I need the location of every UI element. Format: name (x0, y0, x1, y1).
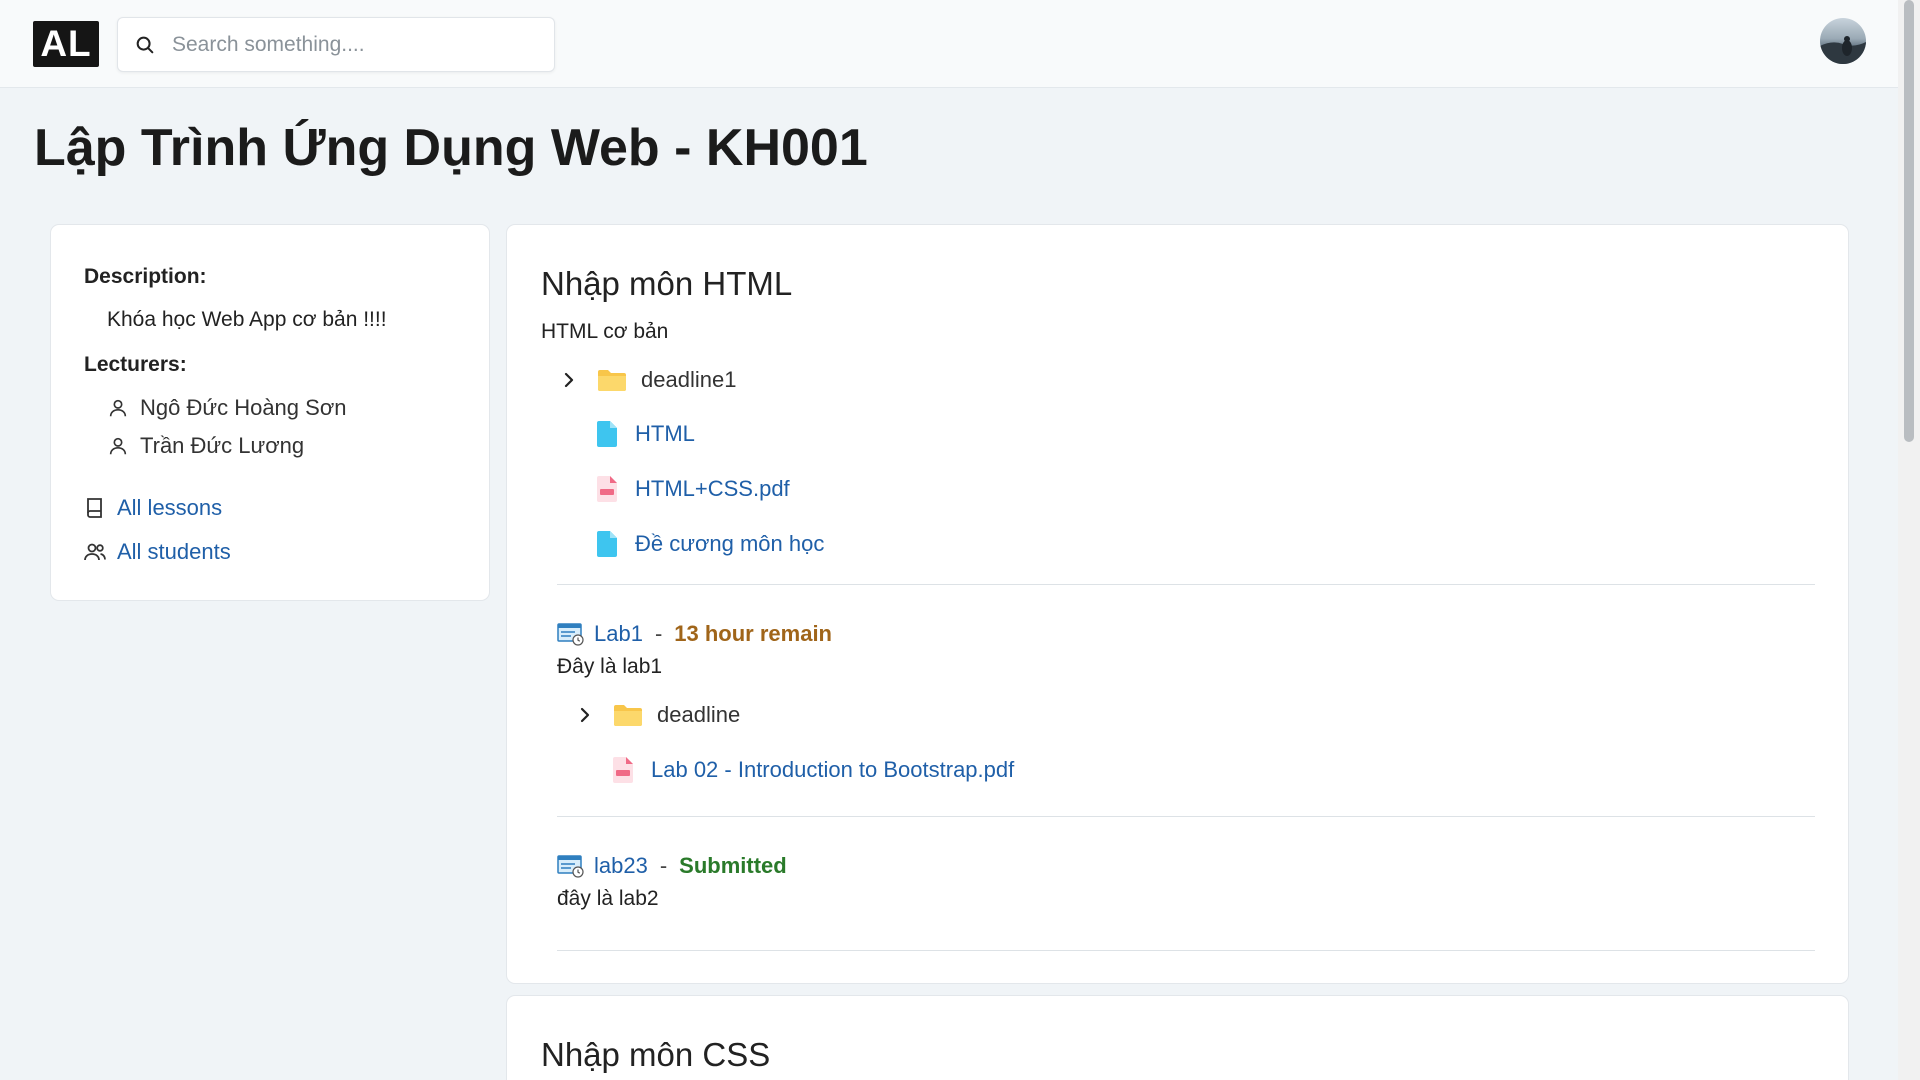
divider (557, 816, 1815, 817)
course-info-card: Description: Khóa học Web App cơ bản !!!… (50, 224, 490, 601)
file-link[interactable]: HTML+CSS.pdf (635, 476, 790, 502)
separator: - (659, 853, 668, 878)
lecturer-item: Ngô Đức Hoàng Sơn (107, 395, 346, 421)
person-icon (109, 399, 127, 417)
section-title: Nhập môn HTML (541, 265, 793, 302)
divider (557, 584, 1815, 585)
user-avatar[interactable] (1820, 18, 1866, 64)
section-card-css: Nhập môn CSS (506, 995, 1849, 1080)
person-icon (109, 437, 127, 455)
file-item[interactable]: Lab 02 - Introduction to Bootstrap.pdf (613, 757, 1014, 783)
pdf-icon (597, 476, 617, 502)
assignment-description: đây là lab2 (557, 887, 659, 910)
file-item[interactable]: HTML (597, 421, 695, 447)
file-item[interactable]: Đề cương môn học (597, 531, 824, 557)
assignment-icon (557, 855, 584, 878)
folder-name: deadline (657, 702, 741, 727)
section-subtitle: HTML cơ bản (541, 320, 669, 343)
folder-row-deadline[interactable]: deadline (575, 702, 740, 728)
folder-name: deadline1 (641, 367, 737, 392)
pdf-icon (613, 757, 633, 783)
lecturer-name: Ngô Đức Hoàng Sơn (140, 395, 347, 420)
divider (557, 950, 1815, 951)
all-students-label: All students (117, 539, 231, 564)
document-icon (597, 421, 617, 447)
lecturers-label: Lecturers: (84, 353, 187, 376)
folder-icon (598, 370, 626, 391)
all-students-link[interactable]: All students (83, 539, 231, 565)
folder-row-deadline1[interactable]: deadline1 (559, 367, 736, 393)
chevron-right-icon[interactable] (575, 705, 595, 725)
assignment-row-lab1: Lab1 - 13 hour remain (557, 621, 832, 647)
document-icon (597, 531, 617, 557)
search-box (117, 17, 555, 72)
lecturer-name: Trần Đức Lương (140, 433, 305, 458)
all-lessons-label: All lessons (117, 495, 223, 520)
assignment-link[interactable]: Lab1 (594, 621, 643, 647)
description-label: Description: (84, 265, 207, 288)
file-link[interactable]: Lab 02 - Introduction to Bootstrap.pdf (651, 757, 1014, 783)
file-link[interactable]: HTML (635, 421, 695, 447)
assignment-row-lab23: lab23 - Submitted (557, 853, 787, 879)
search-input[interactable] (172, 30, 542, 60)
lecturer-item: Trần Đức Lương (107, 433, 304, 459)
book-icon (87, 498, 102, 518)
time-remaining-badge: 13 hour remain (674, 621, 832, 646)
scrollbar-thumb[interactable] (1904, 0, 1914, 442)
all-lessons-link[interactable]: All lessons (83, 495, 222, 521)
section-title: Nhập môn CSS (541, 1036, 771, 1073)
page-title: Lập Trình Ứng Dụng Web - KH001 (34, 119, 868, 177)
assignment-icon (557, 623, 584, 646)
folder-icon (614, 705, 642, 726)
file-item[interactable]: HTML+CSS.pdf (597, 476, 790, 502)
submitted-badge: Submitted (679, 853, 787, 878)
file-link[interactable]: Đề cương môn học (635, 531, 824, 557)
people-icon (84, 543, 106, 561)
site-logo[interactable]: AL (33, 21, 99, 67)
separator: - (654, 621, 663, 646)
section-card-html: Nhập môn HTML HTML cơ bản deadline1 HTML… (506, 224, 1849, 984)
course-description: Khóa học Web App cơ bản !!!! (107, 308, 387, 331)
chevron-right-icon[interactable] (559, 370, 579, 390)
top-navbar: AL (0, 0, 1898, 88)
assignment-description: Đây là lab1 (557, 655, 663, 678)
assignment-link[interactable]: lab23 (594, 853, 648, 879)
search-icon (136, 36, 154, 54)
